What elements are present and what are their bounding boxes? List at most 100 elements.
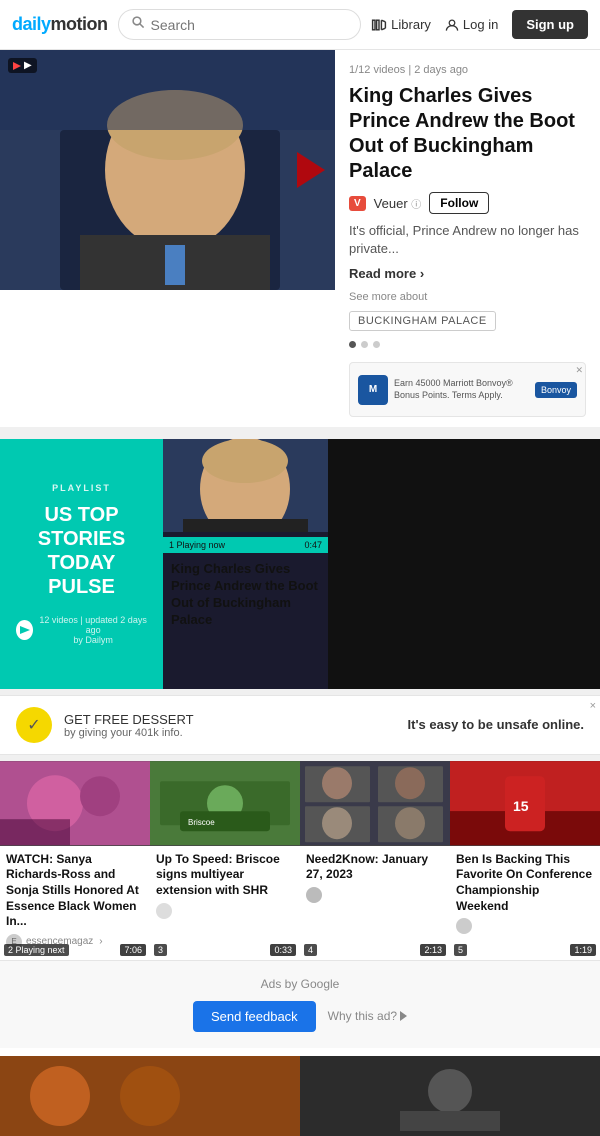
ad-icon: M: [358, 375, 388, 405]
ad-banner-icon: ✓: [16, 707, 52, 743]
follow-button[interactable]: Follow: [429, 192, 489, 214]
bottom-thumb-left[interactable]: [0, 1056, 300, 1136]
ad-cta[interactable]: Bonvoy: [535, 382, 577, 398]
channel-badge: V: [349, 196, 366, 211]
featured-section: ▶ 1/12 videos | 2 days ago King Charles …: [0, 50, 600, 433]
site-logo[interactable]: dailymotion: [12, 14, 108, 35]
featured-ad-banner: M Earn 45000 Marriott Bonvoy® Bonus Poin…: [349, 362, 586, 417]
video-title-1: WATCH: Sanya Richards-Ross and Sonja Sti…: [6, 852, 144, 930]
ad-banner-main-text: GET FREE DESSERT: [64, 712, 194, 727]
video-item-3[interactable]: 4 2:13 Need2Know: January 27, 2023: [300, 761, 450, 959]
library-icon: [371, 17, 387, 33]
ad-corner-label: ✕: [575, 365, 583, 376]
ad-banner: ✓ GET FREE DESSERT by giving your 401k i…: [0, 695, 600, 755]
library-label: Library: [391, 17, 431, 32]
thumb-badge-1: 2 Playing next: [4, 944, 69, 956]
dot-3: [373, 341, 380, 348]
playlist-section: PLAYLIST US TOP STORIES TODAY PULSE 12 v…: [0, 439, 600, 695]
channel-row-2: [156, 903, 294, 919]
video-item-2[interactable]: Briscoe 3 0:33 Up To Speed: Briscoe sign…: [150, 761, 300, 959]
search-input[interactable]: [151, 17, 349, 33]
dot-2: [361, 341, 368, 348]
featured-video-thumbnail: [0, 50, 335, 290]
thumb-badge-2: 3: [154, 944, 167, 956]
thumb-duration-2: 0:33: [270, 944, 296, 956]
video-info-4: Ben Is Backing This Favorite On Conferen…: [450, 846, 600, 944]
channel-avatar-2: [156, 903, 172, 919]
read-more-link[interactable]: Read more: [349, 266, 586, 281]
playlist-main-video[interactable]: 1 Playing now 0:47 King Charles Gives Pr…: [163, 439, 328, 689]
dot-1: [349, 341, 356, 348]
arrow-icon-1: ›: [99, 936, 102, 947]
now-playing-text: 1 Playing now: [169, 540, 225, 550]
featured-title[interactable]: King Charles Gives Prince Andrew the Boo…: [349, 84, 586, 184]
header: dailymotion Library Log in Sign up: [0, 0, 600, 50]
dailymotion-logo-circle: [16, 620, 33, 640]
video-item-1[interactable]: 2 Playing next 7:06 WATCH: Sanya Richard…: [0, 761, 150, 959]
see-more-label: See more about: [349, 291, 586, 303]
ads-by-google-label: Ads by Google: [0, 977, 600, 991]
channel-row-4: [456, 918, 594, 934]
playlist-label: PLAYLIST: [52, 483, 111, 493]
person-icon: [445, 18, 459, 32]
topic-tag[interactable]: BUCKINGHAM PALACE: [349, 311, 496, 331]
channel-row: V Veuer ⓘ Follow: [349, 192, 586, 214]
ad-banner-cta: It's easy to be unsafe online.: [408, 717, 584, 734]
video-grid-section: 2 Playing next 7:06 WATCH: Sanya Richard…: [0, 761, 600, 959]
dm-play-icon: [19, 625, 31, 635]
login-label: Log in: [463, 17, 498, 32]
playlist-video-thumbnail: [163, 439, 328, 532]
thumb-duration-3: 2:13: [420, 944, 446, 956]
now-playing-bar: 1 Playing now 0:47: [163, 537, 328, 553]
signup-button[interactable]: Sign up: [512, 10, 588, 39]
featured-video[interactable]: ▶: [0, 50, 335, 290]
playlist-footer-text: 12 videos | updated 2 days ago by Dailym: [39, 615, 147, 645]
dot-indicators: [349, 341, 586, 348]
bottom-thumbnail-row: [0, 1048, 600, 1136]
thumb-duration-1: 7:06: [120, 944, 146, 956]
playlist-player-panel[interactable]: [328, 439, 600, 689]
playlist-title: US TOP STORIES TODAY PULSE: [16, 503, 147, 599]
video-info-2: Up To Speed: Briscoe signs multiyear ext…: [150, 846, 300, 929]
google-ads-section: Ads by Google Send feedback Why this ad?: [0, 960, 600, 1048]
feedback-row: Send feedback Why this ad?: [0, 1001, 600, 1032]
playlist-video-title: King Charles Gives Prince Andrew the Boo…: [163, 553, 328, 637]
verified-indicator: ⓘ: [411, 200, 421, 211]
video-title-4: Ben Is Backing This Favorite On Conferen…: [456, 852, 594, 914]
video-info-1: WATCH: Sanya Richards-Ross and Sonja Sti…: [0, 846, 150, 960]
video-thumb-3: [300, 761, 450, 845]
channel-avatar-3: [306, 887, 322, 903]
channel-row-3: [306, 887, 444, 903]
search-bar: [118, 9, 362, 40]
thumb-badge-3: 4: [304, 944, 317, 956]
video-item-4[interactable]: 15 5 1:19 Ben Is Backing This Favorite O…: [450, 761, 600, 959]
video-thumb-4: 15: [450, 761, 600, 845]
bottom-thumb-left-img: [0, 1056, 300, 1136]
playlist-icon: [13, 62, 21, 70]
playlist-row: PLAYLIST US TOP STORIES TODAY PULSE 12 v…: [0, 439, 600, 689]
send-feedback-button[interactable]: Send feedback: [193, 1001, 316, 1032]
play-arrow-icon: [297, 152, 325, 188]
ad-banner-close[interactable]: ×: [590, 700, 596, 712]
play-tiny-icon: [400, 1011, 407, 1021]
library-nav-item[interactable]: Library: [371, 17, 431, 33]
search-icon: [131, 15, 145, 34]
svg-text:15: 15: [513, 799, 529, 815]
ad-banner-text-group: GET FREE DESSERT by giving your 401k inf…: [64, 712, 194, 739]
now-playing-duration: 0:47: [304, 540, 322, 550]
video-grid: 2 Playing next 7:06 WATCH: Sanya Richard…: [0, 761, 600, 959]
video-playlist-badge: ▶: [8, 58, 37, 73]
why-ad-link[interactable]: Why this ad?: [328, 1009, 407, 1023]
login-nav-item[interactable]: Log in: [445, 17, 498, 32]
video-info-3: Need2Know: January 27, 2023: [300, 846, 450, 913]
bottom-thumb-right[interactable]: [300, 1056, 600, 1136]
thumb-badge-4: 5: [454, 944, 467, 956]
video-thumb-1: [0, 761, 150, 845]
channel-name: Veuer ⓘ: [374, 196, 422, 211]
playlist-card[interactable]: PLAYLIST US TOP STORIES TODAY PULSE 12 v…: [0, 439, 163, 689]
checkmark-icon: ✓: [27, 715, 40, 735]
channel-avatar-4: [456, 918, 472, 934]
playlist-footer: 12 videos | updated 2 days ago by Dailym: [16, 615, 147, 645]
thumb-duration-4: 1:19: [570, 944, 596, 956]
featured-info: 1/12 videos | 2 days ago King Charles Gi…: [335, 50, 600, 427]
